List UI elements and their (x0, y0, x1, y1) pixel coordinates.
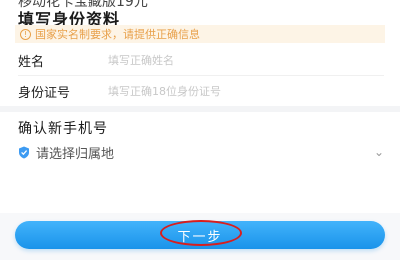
name-label: 姓名 (18, 55, 45, 70)
region-selector[interactable]: 请选择归属地 ⌄ (18, 141, 384, 163)
region-placeholder: 请选择归属地 (36, 146, 115, 162)
realname-notice: ! 国家实名制要求，请提供正确信息 (15, 25, 385, 43)
id-row: 身份证号 (18, 76, 384, 106)
id-label: 身份证号 (18, 85, 71, 101)
section-divider (0, 106, 400, 112)
next-step-button[interactable]: 下一步 (15, 221, 385, 249)
chevron-down-icon: ⌄ (373, 145, 384, 159)
info-circle-icon: ! (20, 28, 31, 40)
confirm-phone-title: 确认新手机号 (18, 121, 108, 137)
location-shield-icon (19, 146, 29, 158)
notice-text: 国家实名制要求，请提供正确信息 (35, 28, 200, 41)
name-row: 姓名 (18, 46, 384, 76)
name-input[interactable] (108, 54, 384, 67)
id-number-input[interactable] (108, 84, 384, 98)
